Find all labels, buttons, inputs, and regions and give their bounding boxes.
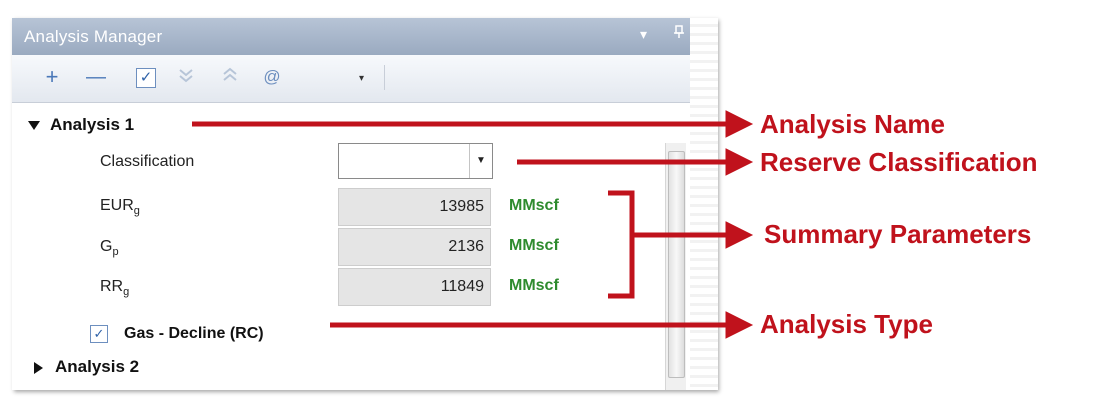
annotation-reserve-classification: Reserve Classification	[760, 147, 1038, 177]
annotation-summary-parameters: Summary Parameters	[764, 219, 1032, 249]
annotation-arrows	[192, 110, 754, 339]
annotation-analysis-name: Analysis Name	[760, 109, 945, 139]
annotation-analysis-type: Analysis Type	[760, 309, 933, 339]
screenshot-stage: Analysis Manager ▾ + — ✓ @ ▾ Analysis 1	[0, 0, 1109, 397]
